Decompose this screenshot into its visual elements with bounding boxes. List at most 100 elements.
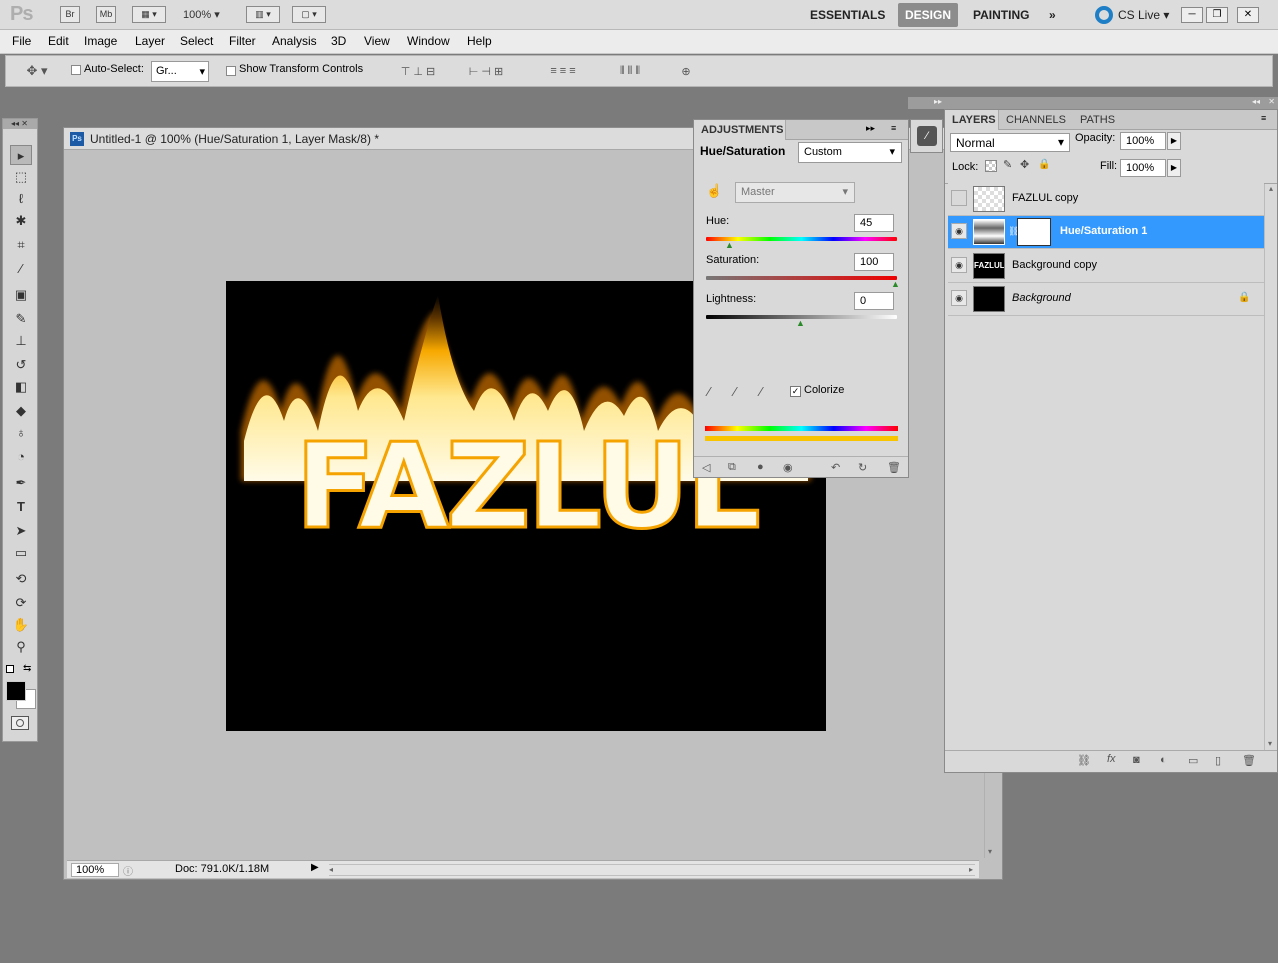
dock-close-icon[interactable]: ✕ xyxy=(1268,97,1275,106)
more-workspaces-button[interactable]: » xyxy=(1042,3,1063,27)
brush-tool-icon[interactable]: ✎ xyxy=(10,309,32,329)
restore-button[interactable]: ❐ xyxy=(1206,7,1228,23)
close-button[interactable]: ✕ xyxy=(1237,7,1259,23)
3d-rotate-tool-icon[interactable]: ⟲ xyxy=(10,569,32,589)
eye-icon[interactable]: ◉ xyxy=(951,290,967,306)
layer-visibility-toggle[interactable] xyxy=(951,190,967,206)
zoom-tool-icon[interactable]: ⚲ xyxy=(10,637,32,657)
panel-menu-icon[interactable]: ≡ xyxy=(891,123,896,133)
new-group-icon[interactable]: ▭ xyxy=(1188,754,1198,767)
lightness-slider-handle[interactable]: ▲ xyxy=(796,318,805,328)
status-menu-arrow-icon[interactable]: ▶ xyxy=(311,862,319,873)
panel-collapse-icon[interactable]: ▸▸ xyxy=(866,123,875,134)
history-brush-tool-icon[interactable]: ↺ xyxy=(10,355,32,375)
new-layer-icon[interactable]: ▯ xyxy=(1215,754,1221,767)
reset-icon[interactable]: ↻ xyxy=(858,461,867,474)
fill-slider-button[interactable]: ▶ xyxy=(1167,159,1181,177)
lock-transparency-icon[interactable] xyxy=(985,160,997,172)
dock-expand-icon[interactable]: ▸▸ xyxy=(934,97,942,106)
minimize-button[interactable]: ─ xyxy=(1181,7,1203,23)
show-transform-checkbox[interactable] xyxy=(226,66,236,76)
menu-filter[interactable]: Filter xyxy=(229,34,256,48)
pen-tool-icon[interactable]: ✒ xyxy=(10,473,32,493)
eye-icon[interactable]: ◉ xyxy=(951,223,967,239)
lock-position-icon[interactable]: ✥ xyxy=(1020,158,1029,171)
eyedropper-plus-icon[interactable]: ⁄ xyxy=(734,384,736,399)
hue-input[interactable]: 45 xyxy=(854,214,894,232)
default-colors-icon[interactable] xyxy=(6,665,14,673)
auto-select-checkbox[interactable] xyxy=(71,65,81,75)
move-tool-preset-icon[interactable]: ✥ ▾ xyxy=(20,62,54,80)
menu-edit[interactable]: Edit xyxy=(48,34,69,48)
align-left-edges-icons[interactable]: ⊢ ⊣ ⊞ xyxy=(457,62,515,80)
auto-select-dropdown[interactable]: Gr... ▾ xyxy=(151,61,209,82)
previous-state-icon[interactable]: ↶ xyxy=(831,461,840,474)
distribute-horizontal-icons[interactable]: ⫴ ⫴ ⫴ xyxy=(601,62,659,80)
view-extras-button[interactable]: ▦ ▾ xyxy=(132,6,166,23)
hand-tool-icon[interactable]: ✋ xyxy=(10,615,32,635)
tab-layers[interactable]: LAYERS xyxy=(952,114,996,126)
cs-live-menu[interactable]: CS Live ▾ xyxy=(1118,8,1169,22)
hue-slider-track[interactable] xyxy=(706,237,897,241)
blur-tool-icon[interactable]: ♁ xyxy=(10,423,32,443)
swap-colors-icon[interactable]: ⇆ xyxy=(23,663,31,674)
marquee-tool-icon[interactable]: ⬚ xyxy=(10,167,32,187)
layers-panel-menu-icon[interactable]: ≡ xyxy=(1261,113,1266,123)
layer-row-background[interactable]: ◉ Background 🔒 xyxy=(948,283,1264,316)
menu-3d[interactable]: 3D xyxy=(331,34,346,48)
workspace-essentials[interactable]: ESSENTIALS xyxy=(803,3,892,27)
saturation-slider-handle[interactable]: ▲ xyxy=(891,279,900,289)
opacity-input[interactable]: 100% xyxy=(1120,132,1166,150)
arrange-documents-button[interactable]: ▥ ▾ xyxy=(246,6,280,23)
align-top-edges-icons[interactable]: ⊤ ⊥ ⊟ xyxy=(387,62,449,80)
hue-slider-handle[interactable]: ▲ xyxy=(725,240,734,250)
add-mask-icon[interactable]: ◙ xyxy=(1133,754,1140,766)
layers-scrollbar[interactable]: ▴ ▾ xyxy=(1264,184,1277,750)
3d-orbit-tool-icon[interactable]: ⟳ xyxy=(10,593,32,613)
saturation-slider-track[interactable] xyxy=(706,276,897,280)
delete-adjustment-icon[interactable]: 🗑 xyxy=(887,461,901,474)
preset-dropdown[interactable]: Custom ▾ xyxy=(798,142,902,163)
clip-to-layer-icon[interactable]: ● xyxy=(757,461,764,473)
healing-brush-tool-icon[interactable]: ▣ xyxy=(10,285,32,305)
layer-style-icon[interactable]: fx xyxy=(1107,753,1116,765)
dock-collapse-icon[interactable]: ◂◂ xyxy=(1252,97,1260,106)
lock-all-icon[interactable]: 🔒 xyxy=(1038,159,1050,170)
menu-window[interactable]: Window xyxy=(407,34,450,48)
menu-select[interactable]: Select xyxy=(180,34,213,48)
eye-icon[interactable]: ◉ xyxy=(951,257,967,273)
tools-panel-header[interactable]: ◂◂ ✕ xyxy=(3,119,37,129)
layer-row-background-copy[interactable]: ◉ FAZLUL Background copy xyxy=(948,250,1264,283)
return-to-list-icon[interactable]: ◁ xyxy=(702,461,710,474)
auto-align-layers-icon[interactable]: ⊕ xyxy=(676,62,696,80)
blend-mode-dropdown[interactable]: Normal ▾ xyxy=(950,133,1070,152)
quick-selection-tool-icon[interactable]: ✱ xyxy=(10,211,32,231)
dodge-tool-icon[interactable]: ◔ xyxy=(10,447,32,467)
eyedropper-icon[interactable]: ⁄ xyxy=(708,384,710,399)
move-tool-icon[interactable]: ▸ xyxy=(10,145,32,165)
eraser-tool-icon[interactable]: ◧ xyxy=(10,377,32,397)
zoom-level-dropdown[interactable]: 100% ▾ xyxy=(183,8,220,21)
status-zoom-field[interactable]: 100% xyxy=(71,863,119,877)
menu-view[interactable]: View xyxy=(364,34,390,48)
tab-paths[interactable]: PATHS xyxy=(1080,114,1115,126)
workspace-painting[interactable]: PAINTING xyxy=(966,3,1036,27)
lightness-input[interactable]: 0 xyxy=(854,292,894,310)
link-layers-icon[interactable]: ⛓ xyxy=(1077,754,1091,767)
targeted-adjustment-icon[interactable]: ☝ xyxy=(706,183,722,199)
menu-image[interactable]: Image xyxy=(84,34,117,48)
lasso-tool-icon[interactable]: ℓ xyxy=(10,189,32,209)
menu-help[interactable]: Help xyxy=(467,34,492,48)
type-tool-icon[interactable]: T xyxy=(10,497,32,517)
screen-mode-button[interactable]: ▢ ▾ xyxy=(292,6,326,23)
lock-pixels-icon[interactable]: ✎ xyxy=(1003,158,1012,171)
brush-presets-icon[interactable]: ⁄ xyxy=(917,126,937,146)
opacity-slider-button[interactable]: ▶ xyxy=(1167,132,1181,150)
distribute-vertical-icons[interactable]: ≡ ≡ ≡ xyxy=(532,62,594,80)
quick-mask-icon[interactable] xyxy=(11,716,29,730)
new-adjustment-layer-icon[interactable]: ◐ xyxy=(1160,754,1167,766)
menu-analysis[interactable]: Analysis xyxy=(272,34,317,48)
bridge-button[interactable]: Br xyxy=(60,6,80,23)
eyedropper-minus-icon[interactable]: ⁄ xyxy=(760,384,762,399)
path-selection-tool-icon[interactable]: ➤ xyxy=(10,521,32,541)
